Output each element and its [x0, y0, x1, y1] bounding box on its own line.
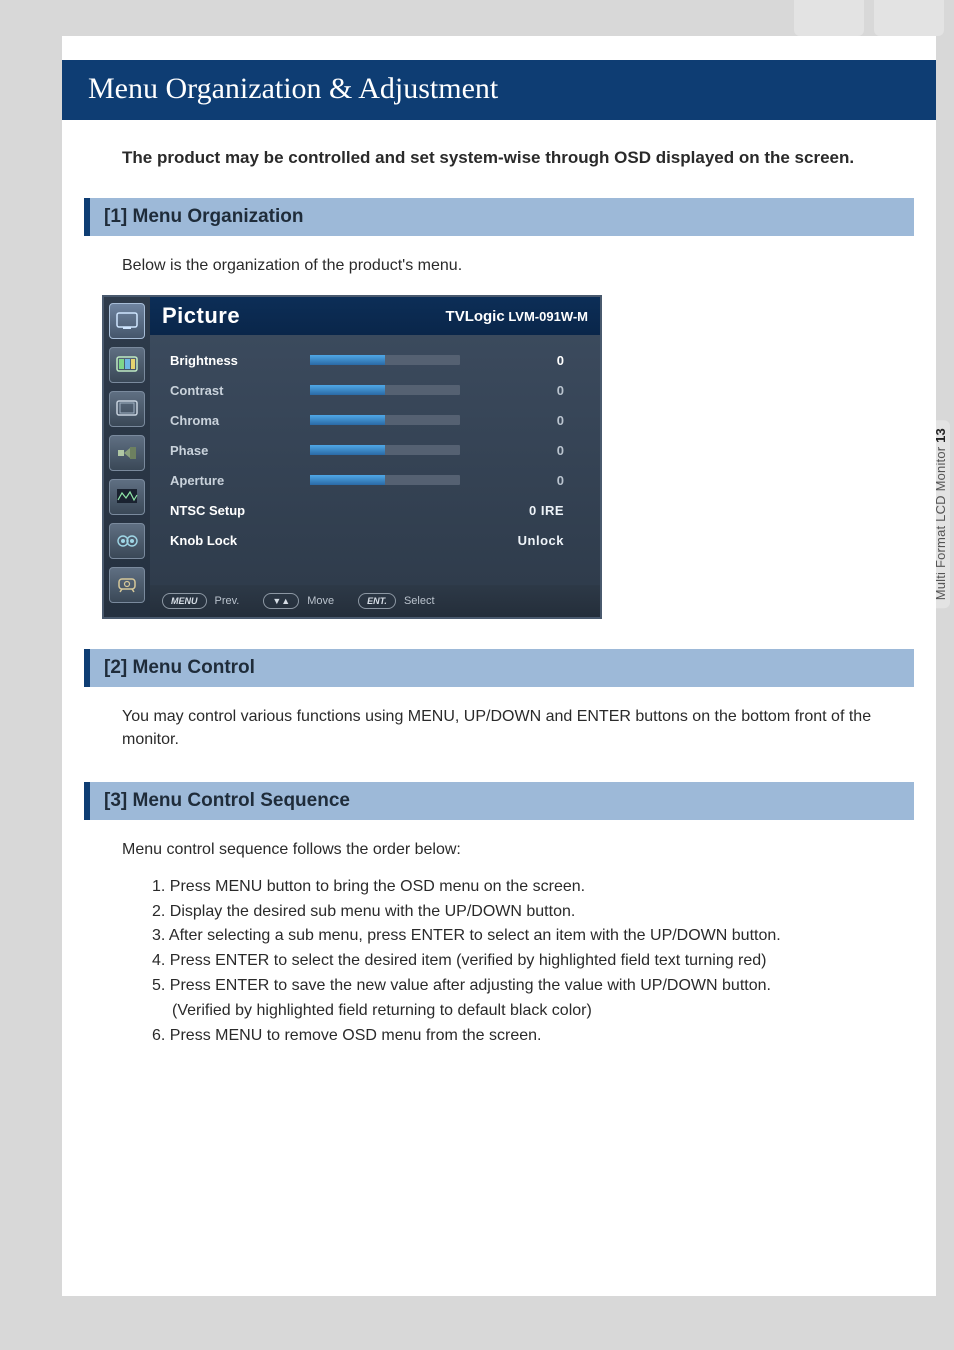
osd-row-value: 0 IRE — [310, 503, 584, 518]
page-title: Menu Organization & Adjustment — [62, 60, 936, 120]
slider-fill — [310, 475, 385, 485]
osd-row-brightness[interactable]: Brightness 0 — [170, 345, 584, 375]
osd-screenshot: Picture TVLogic LVM-091W-M Brightness 0 … — [102, 295, 602, 619]
osd-main: Picture TVLogic LVM-091W-M Brightness 0 … — [150, 297, 600, 617]
osd-row-label: Chroma — [170, 413, 310, 428]
section-1-body: Below is the organization of the product… — [122, 254, 876, 277]
step-list: 1. Press MENU button to bring the OSD me… — [152, 875, 876, 1049]
slider-fill — [310, 385, 385, 395]
osd-row-label: Knob Lock — [170, 533, 310, 548]
osd-foot-prev: MENU Prev. — [162, 593, 239, 609]
osd-row-label: Contrast — [170, 383, 310, 398]
slider-track — [310, 445, 460, 455]
osd-foot-move-btn[interactable]: ▼▲ — [263, 593, 299, 609]
slider-track — [310, 475, 460, 485]
osd-row-knob-lock[interactable]: Knob Lock Unlock — [170, 525, 584, 555]
slider-track — [310, 415, 460, 425]
step-item: 3. After selecting a sub menu, press ENT… — [152, 924, 876, 949]
osd-icon-marker[interactable] — [109, 391, 145, 427]
step-item: 1. Press MENU button to bring the OSD me… — [152, 875, 876, 900]
section-heading-2: [2] Menu Control — [84, 649, 914, 687]
slider-fill — [310, 415, 385, 425]
slider-track — [310, 355, 460, 365]
osd-row-aperture[interactable]: Aperture 0 — [170, 465, 584, 495]
osd-icon-gpi[interactable] — [109, 435, 145, 471]
osd-foot-prev-btn[interactable]: MENU — [162, 593, 207, 609]
osd-row-value: 0 — [460, 473, 584, 488]
osd-icon-color[interactable] — [109, 347, 145, 383]
osd-icon-system[interactable] — [109, 567, 145, 603]
osd-row-value: 0 — [460, 443, 584, 458]
step-item: 6. Press MENU to remove OSD menu from th… — [152, 1024, 876, 1049]
section-heading-1: [1] Menu Organization — [84, 198, 914, 236]
step-item: 2. Display the desired sub menu with the… — [152, 900, 876, 925]
osd-row-label: Phase — [170, 443, 310, 458]
slider-fill — [310, 355, 385, 365]
osd-row-ntsc-setup[interactable]: NTSC Setup 0 IRE — [170, 495, 584, 525]
osd-icon-picture[interactable] — [109, 303, 145, 339]
osd-model: TVLogic LVM-091W-M — [446, 308, 588, 325]
osd-row-label: NTSC Setup — [170, 503, 310, 518]
section-2-body: You may control various functions using … — [122, 705, 876, 751]
osd-row-value: Unlock — [310, 533, 584, 548]
osd-brand: TVLogic — [446, 308, 505, 325]
osd-foot-move-label: Move — [307, 595, 334, 607]
intro-text: The product may be controlled and set sy… — [122, 148, 876, 168]
osd-row-label: Brightness — [170, 353, 310, 368]
top-tab — [874, 0, 944, 36]
osd-icon-waveform[interactable] — [109, 479, 145, 515]
step-item: 5. Press ENTER to save the new value aft… — [152, 974, 876, 999]
osd-row-value: 0 — [460, 383, 584, 398]
osd-header: Picture TVLogic LVM-091W-M — [150, 297, 600, 335]
osd-foot-prev-label: Prev. — [215, 595, 240, 607]
page-outer: Multi Format LCD Monitor 13 Menu Organiz… — [0, 0, 954, 1350]
osd-model-id: LVM-091W-M — [508, 309, 588, 324]
page-content: Menu Organization & Adjustment The produ… — [62, 36, 936, 1296]
osd-body: Brightness 0 Contrast 0 Chroma 0 — [150, 335, 600, 585]
osd-row-label: Aperture — [170, 473, 310, 488]
step-item: 4. Press ENTER to select the desired ite… — [152, 949, 876, 974]
osd-row-value: 0 — [460, 353, 584, 368]
slider-fill — [310, 445, 385, 455]
osd-title: Picture — [162, 303, 240, 329]
osd-footer: MENU Prev. ▼▲ Move ENT. Select — [150, 585, 600, 617]
osd-icon-audio[interactable] — [109, 523, 145, 559]
step-item-sub: (Verified by highlighted field returning… — [152, 999, 876, 1024]
slider-track — [310, 385, 460, 395]
osd-category-icons — [104, 297, 150, 617]
osd-row-value: 0 — [460, 413, 584, 428]
osd-row-phase[interactable]: Phase 0 — [170, 435, 584, 465]
osd-foot-select-btn[interactable]: ENT. — [358, 593, 396, 609]
osd-row-contrast[interactable]: Contrast 0 — [170, 375, 584, 405]
osd-foot-select-label: Select — [404, 595, 435, 607]
top-tab-strip — [0, 0, 954, 36]
osd-row-chroma[interactable]: Chroma 0 — [170, 405, 584, 435]
section-heading-3: [3] Menu Control Sequence — [84, 782, 914, 820]
section-3-body: Menu control sequence follows the order … — [122, 838, 876, 861]
osd-spacer — [170, 555, 584, 577]
osd-foot-select: ENT. Select — [358, 593, 434, 609]
top-tab — [794, 0, 864, 36]
osd-foot-move: ▼▲ Move — [263, 593, 334, 609]
